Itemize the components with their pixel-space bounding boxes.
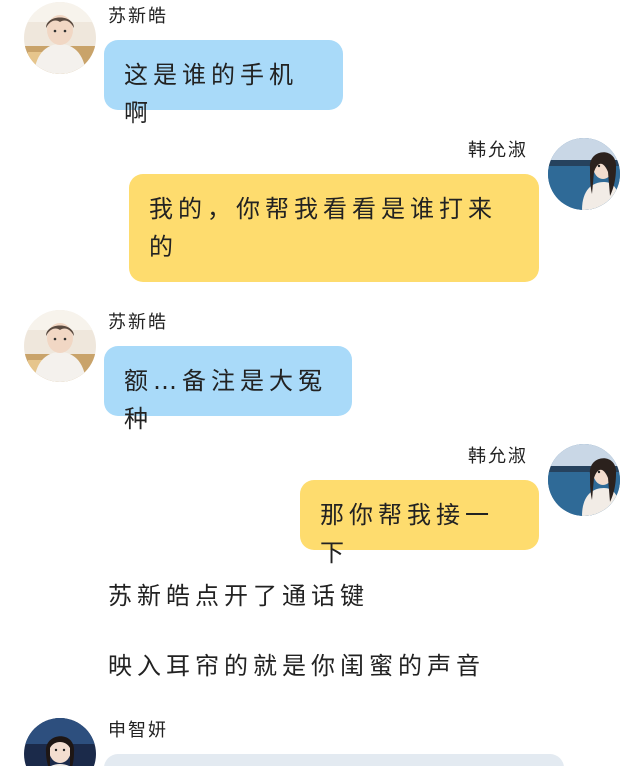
message-text: 我的，你帮我看看是谁打来的 [149, 195, 497, 261]
message-text: 这是谁的手机啊 [124, 61, 298, 127]
avatar[interactable] [548, 444, 620, 516]
sender-name: 苏新皓 [108, 312, 168, 333]
message-bubble[interactable]: 这是谁的手机啊 [104, 40, 343, 127]
message-text: 那你帮我接一下 [320, 501, 494, 567]
chat-view: 苏新皓 这是谁的手机啊 韩允淑 我的，你帮我看看是谁打来的 苏新皓 额…备注是大… [0, 0, 640, 766]
message-bubble[interactable] [104, 754, 564, 766]
girl-night-avatar-icon [24, 718, 96, 766]
message-bubble[interactable]: 我的，你帮我看看是谁打来的 [129, 174, 539, 282]
narration-text: 映入耳帘的就是你闺蜜的声音 [108, 652, 485, 680]
boy-portrait-avatar-icon [24, 310, 96, 382]
message-bubble[interactable]: 那你帮我接一下 [300, 480, 539, 567]
narration-text: 苏新皓点开了通话键 [108, 582, 369, 610]
sender-name: 韩允淑 [468, 446, 528, 467]
avatar[interactable] [24, 2, 96, 74]
girl-seaside-avatar-icon [548, 138, 620, 210]
sender-name: 申智妍 [108, 720, 168, 741]
avatar[interactable] [24, 718, 96, 766]
avatar[interactable] [24, 310, 96, 382]
message-text: 额…备注是大冤种 [124, 367, 327, 433]
avatar[interactable] [548, 138, 620, 210]
message-bubble[interactable]: 额…备注是大冤种 [104, 346, 352, 433]
sender-name: 韩允淑 [468, 140, 528, 161]
boy-portrait-avatar-icon [24, 2, 96, 74]
sender-name: 苏新皓 [108, 6, 168, 27]
girl-seaside-avatar-icon [548, 444, 620, 516]
